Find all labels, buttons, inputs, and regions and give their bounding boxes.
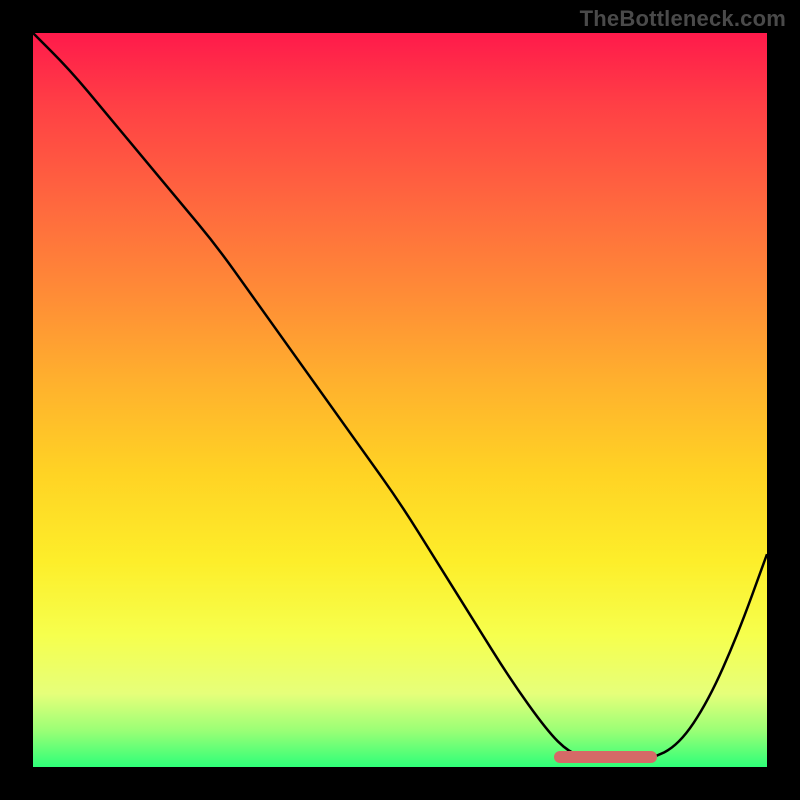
watermark-label: TheBottleneck.com [580, 6, 786, 32]
optimal-range-marker [554, 751, 657, 763]
plot-area [33, 33, 767, 767]
chart-container: TheBottleneck.com [0, 0, 800, 800]
bottleneck-curve [33, 33, 767, 760]
curve-svg [33, 33, 767, 767]
